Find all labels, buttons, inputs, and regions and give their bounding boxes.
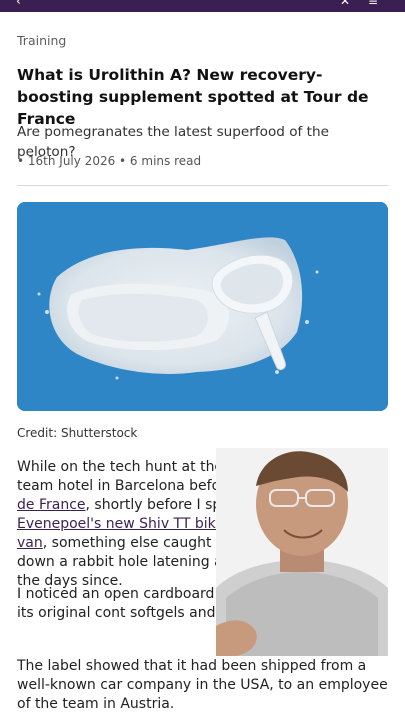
supplement-powder-scoop-illustration: [17, 202, 388, 411]
hero-image: [17, 202, 388, 411]
article-meta: • 16th July 2026 • 6 mins read: [17, 154, 202, 168]
video-overlay-presenter[interactable]: [216, 448, 388, 656]
article-headline: What is Urolithin A? New recovery-boosti…: [17, 66, 369, 128]
divider: [17, 185, 388, 186]
back-icon[interactable]: ‹: [16, 0, 30, 8]
top-navigation-bar: ‹ ✕ ≡: [0, 0, 405, 12]
category-label[interactable]: Training: [17, 33, 66, 48]
presenter-video-frame: [216, 448, 388, 656]
menu-icon[interactable]: ≡: [368, 0, 382, 8]
paragraph-3: The label showed that it had been shippe…: [17, 658, 388, 712]
image-credit: Credit: Shutterstock: [17, 426, 138, 440]
bookmark-icon[interactable]: ✕: [340, 0, 354, 8]
